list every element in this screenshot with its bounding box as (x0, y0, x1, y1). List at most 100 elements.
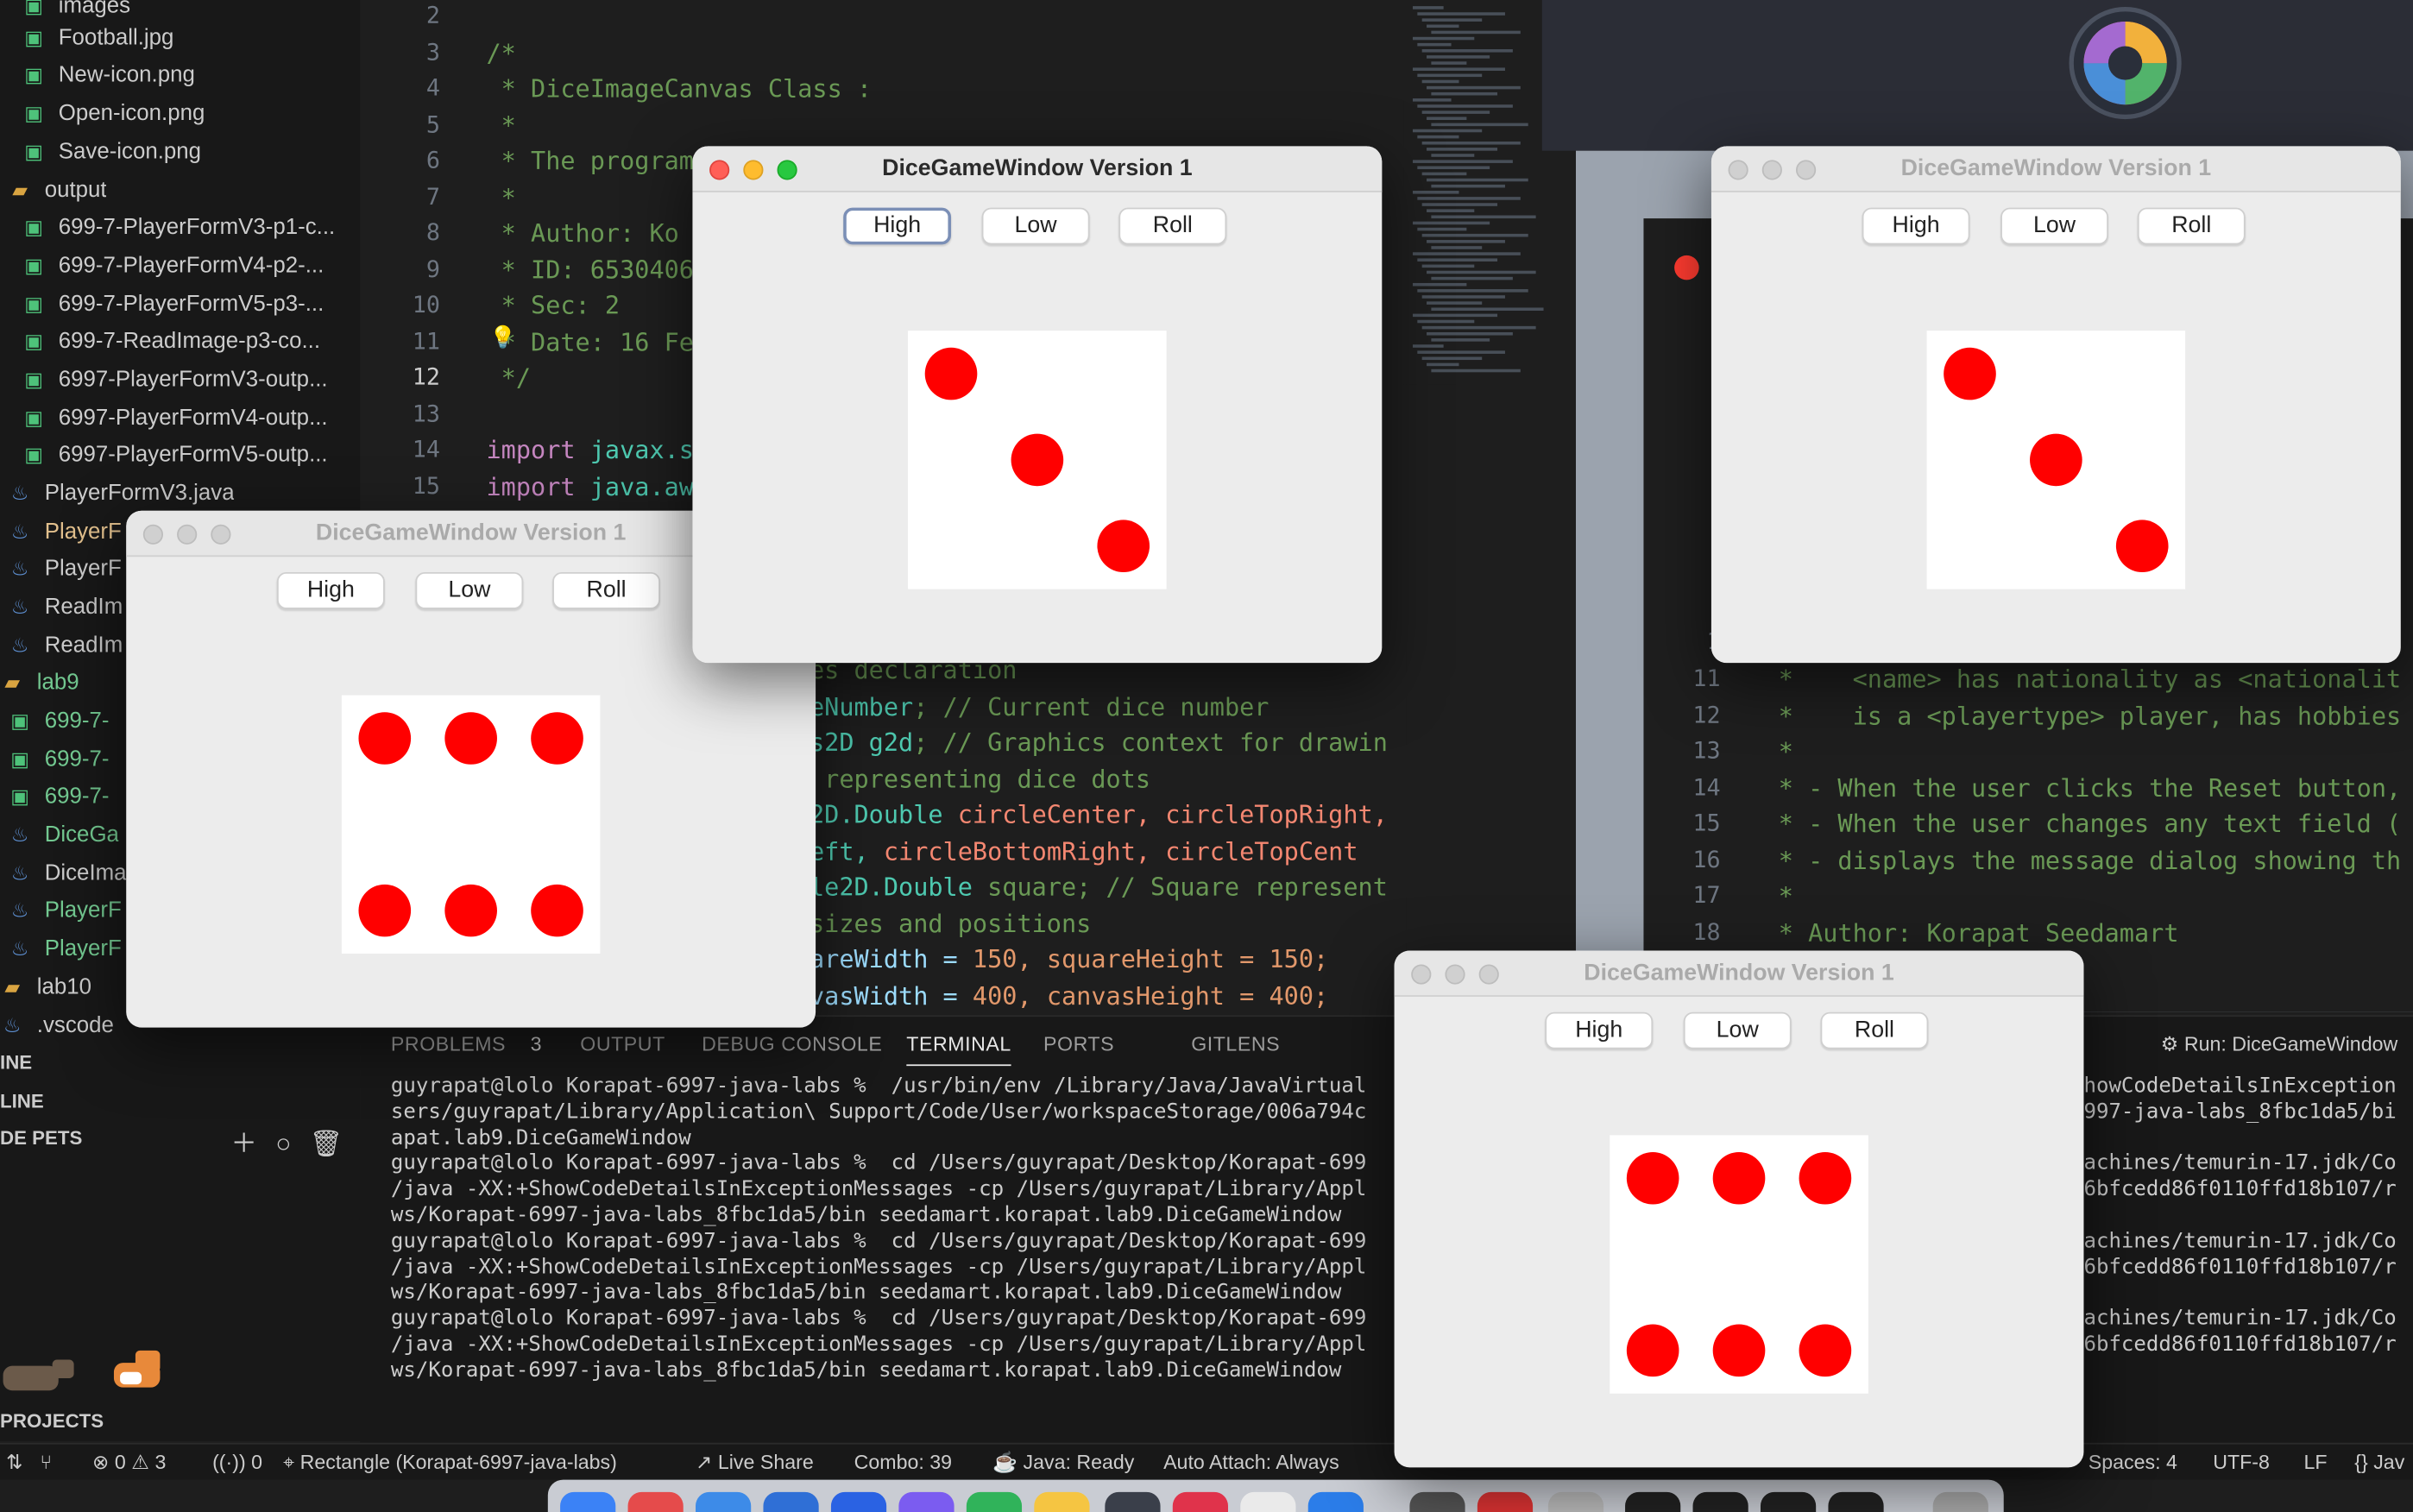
code-line[interactable]: * - displays the message dialog showing … (1764, 842, 2401, 879)
close-button[interactable] (1728, 160, 1748, 180)
sidebar-section-title[interactable]: PROJECTS (0, 1404, 104, 1438)
tab-gitlens[interactable]: GITLENS (1191, 1032, 1280, 1055)
file-tree-item[interactable]: ▣ 699-7-ReadImage-p3-co... (22, 323, 320, 360)
high-button[interactable]: High (843, 207, 952, 245)
file-tree-item[interactable]: ▣ Open-icon.png (22, 96, 205, 133)
file-tree-item[interactable]: ▣ 6997-PlayerFormV4-outp... (22, 400, 327, 437)
file-tree-item[interactable]: ♨ .vscode (0, 1007, 114, 1044)
zoom-button[interactable] (1478, 964, 1499, 985)
file-tree-item[interactable]: ▣ 699-7-PlayerFormV3-p1-c... (22, 209, 335, 246)
minimap[interactable] (1403, 0, 1544, 385)
lightbulb-icon[interactable]: 💡 (489, 326, 516, 351)
dock-app-icon[interactable] (1932, 1491, 1988, 1512)
dock-app-icon[interactable] (627, 1491, 684, 1512)
add-icon[interactable]: ＋ (230, 1129, 256, 1158)
dock-app-icon[interactable] (1172, 1491, 1228, 1512)
roll-button[interactable]: Roll (1820, 1011, 1929, 1049)
dock-app-icon[interactable] (1105, 1491, 1161, 1512)
screenshot-app-icon[interactable] (2069, 6, 2183, 120)
file-tree-item[interactable]: ♨ DiceGa (8, 816, 119, 854)
file-tree-item[interactable]: ▣ 699-7- (8, 778, 109, 816)
close-button[interactable] (709, 160, 730, 180)
zoom-button[interactable] (211, 524, 231, 545)
code-line[interactable]: * Sec: 2 (486, 287, 620, 324)
roll-button[interactable]: Roll (1118, 207, 1227, 245)
minimize-button[interactable] (177, 524, 198, 545)
low-button[interactable]: Low (415, 572, 524, 609)
terminal-output-right[interactable]: howCodeDetailsInException 997-java-labs_8… (2083, 1074, 2413, 1358)
minimize-button[interactable] (1761, 160, 1782, 180)
dice-window[interactable]: DiceGameWindow Version 1 High Low Roll (1711, 146, 2401, 664)
dock-app-icon[interactable] (1692, 1491, 1748, 1512)
zoom-button[interactable] (777, 160, 797, 180)
dock-app-icon[interactable] (966, 1491, 1023, 1512)
code-line[interactable]: * (486, 180, 516, 216)
roll-button[interactable]: Roll (2137, 207, 2246, 245)
code-line[interactable]: import java.aw (486, 469, 693, 505)
file-tree-item[interactable]: ▰ lab10 (0, 969, 91, 1006)
low-button[interactable]: Low (2000, 207, 2108, 245)
dock-app-icon[interactable] (696, 1491, 752, 1512)
high-button[interactable]: High (1862, 207, 1970, 245)
code-line[interactable]: le2D.Double square; // Square represent (810, 869, 1388, 905)
dock-app-icon[interactable] (1625, 1491, 1681, 1512)
window-titlebar[interactable]: DiceGameWindow Version 1 (692, 146, 1383, 192)
code-line[interactable]: * (1764, 734, 1793, 770)
file-tree-item[interactable]: ♨ PlayerF (8, 551, 122, 588)
file-tree-item[interactable]: ♨ DiceIma (8, 855, 127, 892)
code-line[interactable]: * Author: Korapat Seedamart (1764, 915, 2179, 951)
dock-app-icon[interactable] (1409, 1491, 1465, 1512)
dice-window[interactable]: DiceGameWindow Version 1 High Low Roll (1394, 950, 2084, 1468)
file-tree-item[interactable]: ▣ 699-7-PlayerFormV4-p2-... (22, 248, 324, 285)
close-button[interactable] (1411, 964, 1432, 985)
code-line[interactable]: eft, circleBottomRight, circleTopCent (810, 833, 1358, 869)
code-line[interactable]: * Author: Ko (486, 216, 679, 252)
eol-status[interactable]: LF (2303, 1445, 2327, 1482)
problems-status[interactable]: ⊗ 0 ⚠ 3 (92, 1445, 166, 1482)
window-titlebar[interactable]: DiceGameWindow Version 1 (1394, 950, 2084, 997)
dock-app-icon[interactable] (830, 1491, 887, 1512)
minimize-button[interactable] (743, 160, 764, 180)
code-line[interactable]: * - When the user changes any text field… (1764, 806, 2401, 842)
tab-terminal[interactable]: TERMINAL (906, 1032, 1011, 1067)
encoding-status[interactable]: UTF-8 (2213, 1445, 2270, 1482)
sidebar-section-title[interactable]: DE PETS (0, 1121, 82, 1155)
dock-app-icon[interactable] (763, 1491, 819, 1512)
code-line[interactable]: areWidth = 150, squareHeight = 150; (810, 942, 1328, 978)
spaces-status[interactable]: Spaces: 4 (2089, 1445, 2177, 1482)
file-tree-item[interactable]: ▣ 6997-PlayerFormV5-outp... (22, 437, 327, 474)
file-tree-item[interactable]: ▣ 699-7- (8, 703, 109, 740)
tab-problems[interactable]: PROBLEMS 3 (391, 1032, 542, 1055)
window-titlebar[interactable]: DiceGameWindow Version 1 (1711, 146, 2401, 192)
code-line[interactable]: */ (486, 360, 531, 396)
dock-app-icon[interactable] (1547, 1491, 1604, 1512)
code-line[interactable]: * (486, 107, 516, 143)
file-tree-item[interactable]: ♨ PlayerFormV3.java (8, 476, 235, 513)
file-tree-item[interactable]: ♨ ReadIm (8, 627, 123, 665)
minimize-button[interactable] (1445, 964, 1465, 985)
sidebar-section-title[interactable]: INE (0, 1046, 32, 1080)
file-tree-item[interactable]: ▣ 699-7- (8, 741, 109, 778)
remote-icon[interactable]: ⇅ (6, 1445, 22, 1482)
dock-app-icon[interactable] (1307, 1491, 1364, 1512)
ball-icon[interactable]: ○ (275, 1129, 291, 1158)
tab-output[interactable]: OUTPUT (580, 1032, 665, 1055)
code-line[interactable]: eNumber; // Current dice number (810, 689, 1270, 725)
dice-window-active[interactable]: DiceGameWindow Version 1 High Low Roll (692, 146, 1383, 664)
code-line[interactable]: * Date: 16 Fe (486, 324, 694, 360)
language-status[interactable]: {} Jav (2354, 1445, 2404, 1482)
tab-debug-console[interactable]: DEBUG CONSOLE (702, 1032, 882, 1055)
dock-app-icon[interactable] (1477, 1491, 1534, 1512)
file-tree-item[interactable]: ▰ lab9 (0, 665, 79, 702)
code-line[interactable]: import javax.s (486, 432, 693, 469)
high-button[interactable]: High (1545, 1011, 1654, 1049)
code-line[interactable]: /* (486, 35, 515, 71)
tab-ports[interactable]: PORTS (1043, 1032, 1114, 1055)
file-tree-item[interactable]: ♨ PlayerF (8, 513, 122, 551)
git-branch-icon[interactable]: ⑂ (40, 1445, 52, 1482)
code-line[interactable]: s2D g2d; // Graphics context for drawin (810, 724, 1388, 760)
code-line[interactable]: * ID: 6530406 (486, 251, 694, 287)
live-share-status[interactable]: ↗ Live Share (696, 1445, 814, 1482)
dock-app-icon[interactable] (1760, 1491, 1817, 1512)
code-line[interactable]: * <name> has nationality as <nationalit (1764, 661, 2401, 697)
